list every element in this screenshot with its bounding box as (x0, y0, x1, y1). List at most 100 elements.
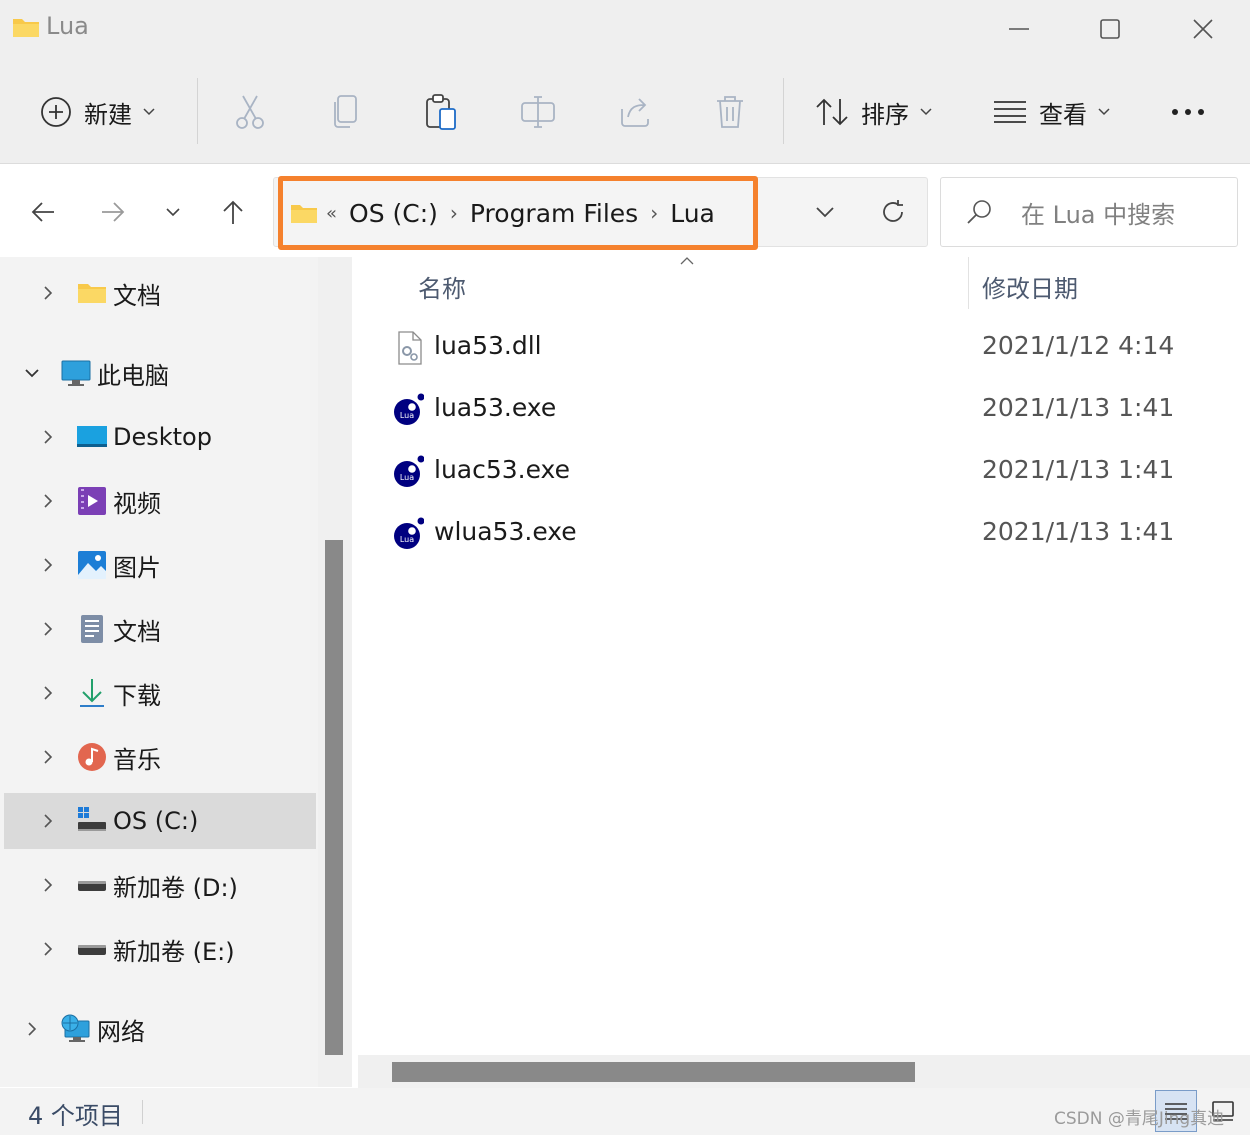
sort-button[interactable]: 排序 (815, 86, 933, 138)
chevron-right-icon[interactable]: › (650, 201, 658, 225)
share-icon (621, 98, 649, 127)
document-icon (81, 615, 103, 643)
arrow-right-icon (102, 202, 125, 222)
sidebar-item-os-c[interactable]: OS (C:) (4, 793, 316, 849)
file-name: luac53.exe (434, 455, 570, 484)
command-bar: 新建 排序 查看 (0, 60, 1250, 164)
refresh-icon (883, 200, 903, 222)
view-button[interactable]: 查看 (993, 86, 1111, 138)
list-view-icon (994, 101, 1026, 123)
cut-button[interactable] (232, 86, 268, 138)
trash-icon (717, 96, 743, 128)
chevron-right-icon (44, 430, 53, 444)
sidebar-item-documents[interactable]: 文档 (4, 601, 316, 657)
sort-ascending-icon (680, 257, 694, 265)
sidebar-item-network[interactable]: 网络 (4, 1001, 316, 1057)
navigation-pane: 文档 此电脑 Desktop 视频 图片 文档 下载 音乐 OS (C:) 新加… (0, 257, 318, 1087)
sidebar-item-desktop[interactable]: Desktop (4, 409, 316, 465)
sidebar-item-drive-d[interactable]: 新加卷 (D:) (4, 857, 316, 913)
svg-text:Lua: Lua (400, 411, 414, 420)
window-title: Lua (46, 12, 89, 40)
sidebar-item-drive-e[interactable]: 新加卷 (E:) (4, 921, 316, 977)
column-header-date[interactable]: 修改日期 (982, 269, 1078, 304)
close-icon (1193, 19, 1213, 39)
close-button[interactable] (1180, 10, 1226, 48)
lua-app-icon: Lua (394, 517, 424, 549)
column-header-name[interactable]: 名称 (418, 269, 466, 304)
download-icon (80, 679, 104, 707)
breadcrumb: « OS (C:) › Program Files › Lua (290, 193, 715, 233)
column-divider[interactable] (968, 257, 969, 309)
chevron-right-icon (44, 750, 53, 764)
desktop-icon (77, 426, 107, 447)
refresh-button[interactable] (870, 189, 916, 235)
network-icon (61, 1014, 90, 1042)
file-row[interactable]: Lua lua53.exe 2021/1/13 1:41 (380, 383, 1230, 439)
file-name: lua53.dll (434, 331, 542, 360)
video-icon (78, 487, 106, 515)
sidebar-scrollbar-thumb[interactable] (325, 540, 343, 1055)
file-date: 2021/1/12 4:14 (982, 331, 1175, 360)
horizontal-scrollbar-thumb[interactable] (392, 1062, 915, 1082)
chevron-right-icon[interactable]: › (450, 201, 458, 225)
delete-button[interactable] (714, 86, 746, 138)
search-input[interactable]: 在 Lua 中搜索 (940, 177, 1238, 247)
navigation-row: « OS (C:) › Program Files › Lua 在 Lua 中搜… (0, 165, 1250, 257)
file-row[interactable]: Lua wlua53.exe 2021/1/13 1:41 (380, 507, 1230, 563)
chevron-right-icon (44, 494, 53, 508)
back-button[interactable] (20, 189, 66, 235)
chevron-right-icon (44, 814, 53, 828)
lua-app-icon: Lua (394, 393, 424, 425)
minimize-button[interactable] (996, 10, 1042, 48)
up-button[interactable] (210, 189, 256, 235)
svg-text:Lua: Lua (400, 535, 414, 544)
lua-app-icon: Lua (394, 455, 424, 487)
file-date: 2021/1/13 1:41 (982, 517, 1175, 546)
computer-icon (61, 360, 91, 386)
drive-c-icon (78, 807, 106, 831)
title-bar: Lua (0, 0, 1250, 60)
sidebar-item-downloads[interactable]: 下载 (4, 665, 316, 721)
breadcrumb-item[interactable]: Program Files (470, 199, 638, 228)
file-row[interactable]: lua53.dll 2021/1/12 4:14 (380, 321, 1230, 377)
sidebar-item-documents-quick[interactable]: 文档 (4, 265, 316, 321)
chevron-down-icon (1098, 108, 1110, 116)
breadcrumb-item[interactable]: Lua (670, 199, 715, 228)
scissors-icon (236, 95, 264, 129)
chevron-right-icon (28, 1022, 37, 1036)
rename-button[interactable] (520, 86, 556, 138)
maximize-button[interactable] (1087, 10, 1133, 48)
sidebar-item-pictures[interactable]: 图片 (4, 537, 316, 593)
copy-button[interactable] (330, 86, 362, 138)
sidebar-item-videos[interactable]: 视频 (4, 473, 316, 529)
sidebar-item-label: 新加卷 (D:) (113, 873, 238, 902)
search-icon (967, 200, 991, 224)
more-options-button[interactable] (1168, 86, 1208, 138)
sidebar-item-label: 图片 (113, 553, 161, 582)
toolbar-divider (783, 78, 784, 144)
folder-icon (78, 284, 106, 303)
forward-button[interactable] (90, 189, 136, 235)
search-placeholder: 在 Lua 中搜索 (1021, 201, 1176, 229)
sidebar-item-label: 文档 (113, 617, 161, 646)
paste-icon (426, 94, 456, 130)
breadcrumb-overflow[interactable]: « (326, 203, 337, 224)
item-count: 4 个项目 (28, 1102, 123, 1130)
view-label: 查看 (1039, 100, 1087, 129)
toolbar-divider (197, 78, 198, 144)
file-row[interactable]: Lua luac53.exe 2021/1/13 1:41 (380, 445, 1230, 501)
recent-locations-button[interactable] (150, 189, 196, 235)
sidebar-item-music[interactable]: 音乐 (4, 729, 316, 785)
drive-icon (78, 945, 106, 955)
share-button[interactable] (618, 86, 652, 138)
file-name: lua53.exe (434, 393, 557, 422)
sidebar-item-label: 文档 (113, 281, 161, 310)
new-button[interactable]: 新建 (40, 86, 156, 138)
breadcrumb-item[interactable]: OS (C:) (349, 199, 438, 228)
paste-button[interactable] (424, 86, 458, 138)
plus-circle-icon (41, 97, 71, 127)
sort-label: 排序 (861, 100, 909, 129)
sidebar-item-this-pc[interactable]: 此电脑 (4, 345, 316, 401)
address-dropdown-button[interactable] (802, 189, 848, 235)
chevron-down-icon (25, 369, 39, 378)
